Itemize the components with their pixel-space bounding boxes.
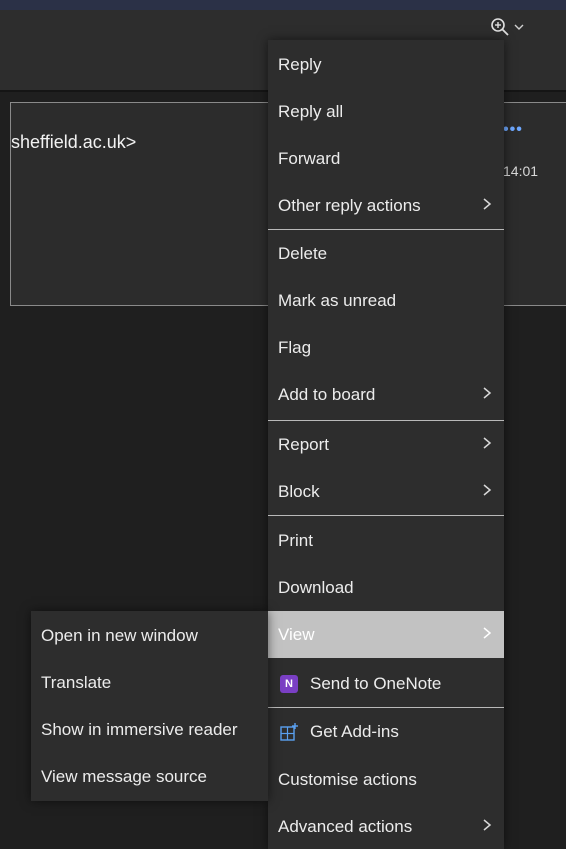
menu-item-get-add-ins[interactable]: Get Add-ins [268,708,504,755]
chevron-right-icon [482,817,492,837]
add-ins-icon [278,721,300,743]
menu-item-customise-actions[interactable]: Customise actions [268,756,504,803]
menu-item-view[interactable]: View [268,611,504,658]
message-time: 14:01 [503,163,539,179]
zoom-in-icon [490,17,510,37]
menu-item-label: View [278,624,315,644]
chevron-right-icon [482,482,492,502]
menu-item-label: Forward [278,148,341,168]
menu-item-forward[interactable]: Forward [268,135,504,182]
menu-item-label: Print [278,530,313,550]
menu-item-other-reply-actions[interactable]: Other reply actions [268,182,504,229]
menu-item-print[interactable]: Print [268,517,504,564]
chevron-right-icon [482,625,492,645]
menu-item-send-to-onenote[interactable]: N Send to OneNote [268,660,504,707]
view-submenu: Open in new window Translate Show in imm… [31,611,268,801]
menu-item-label: Delete [278,243,328,263]
menu-item-label: Download [278,577,354,597]
sender-address: sheffield.ac.uk> [11,132,137,152]
submenu-item-label: Open in new window [41,625,198,645]
menu-item-label: Advanced actions [278,816,413,836]
menu-item-label: Block [278,481,320,501]
more-actions-icon[interactable]: ••• [503,121,523,139]
submenu-item-label: Translate [41,672,112,692]
menu-item-label: Customise actions [278,769,417,789]
zoom-button[interactable] [490,14,538,40]
submenu-item-immersive-reader[interactable]: Show in immersive reader [31,706,268,753]
menu-item-reply[interactable]: Reply [268,41,504,88]
menu-item-label: Report [278,434,330,454]
menu-item-label: Mark as unread [278,290,397,310]
window-top-strip [0,0,566,10]
menu-item-mark-as-unread[interactable]: Mark as unread [268,277,504,324]
menu-divider [268,515,504,516]
submenu-item-label: Show in immersive reader [41,719,238,739]
menu-item-block[interactable]: Block [268,468,504,515]
menu-item-label: Get Add-ins [310,721,399,741]
menu-item-download[interactable]: Download [268,564,504,611]
menu-item-label: Send to OneNote [310,673,442,693]
menu-item-label: Reply all [278,101,344,121]
menu-item-reply-all[interactable]: Reply all [268,88,504,135]
message-context-menu: Reply Reply all Forward Other reply acti… [268,40,504,849]
menu-item-label: Reply [278,54,322,74]
submenu-item-view-message-source[interactable]: View message source [31,753,268,800]
chevron-right-icon [482,385,492,405]
menu-item-label: Other reply actions [278,195,421,215]
menu-item-add-to-board[interactable]: Add to board [268,371,504,418]
chevron-right-icon [482,196,492,216]
chevron-right-icon [482,435,492,455]
onenote-icon: N [280,674,298,693]
chevron-down-icon [513,22,525,32]
submenu-item-label: View message source [41,766,207,786]
menu-item-flag[interactable]: Flag [268,324,504,371]
menu-item-label: Add to board [278,384,376,404]
menu-item-label: Flag [278,337,312,357]
menu-item-report[interactable]: Report [268,421,504,468]
submenu-item-open-in-new-window[interactable]: Open in new window [31,612,268,659]
menu-item-delete[interactable]: Delete [268,230,504,277]
submenu-item-translate[interactable]: Translate [31,659,268,706]
menu-item-advanced-actions[interactable]: Advanced actions [268,803,504,849]
